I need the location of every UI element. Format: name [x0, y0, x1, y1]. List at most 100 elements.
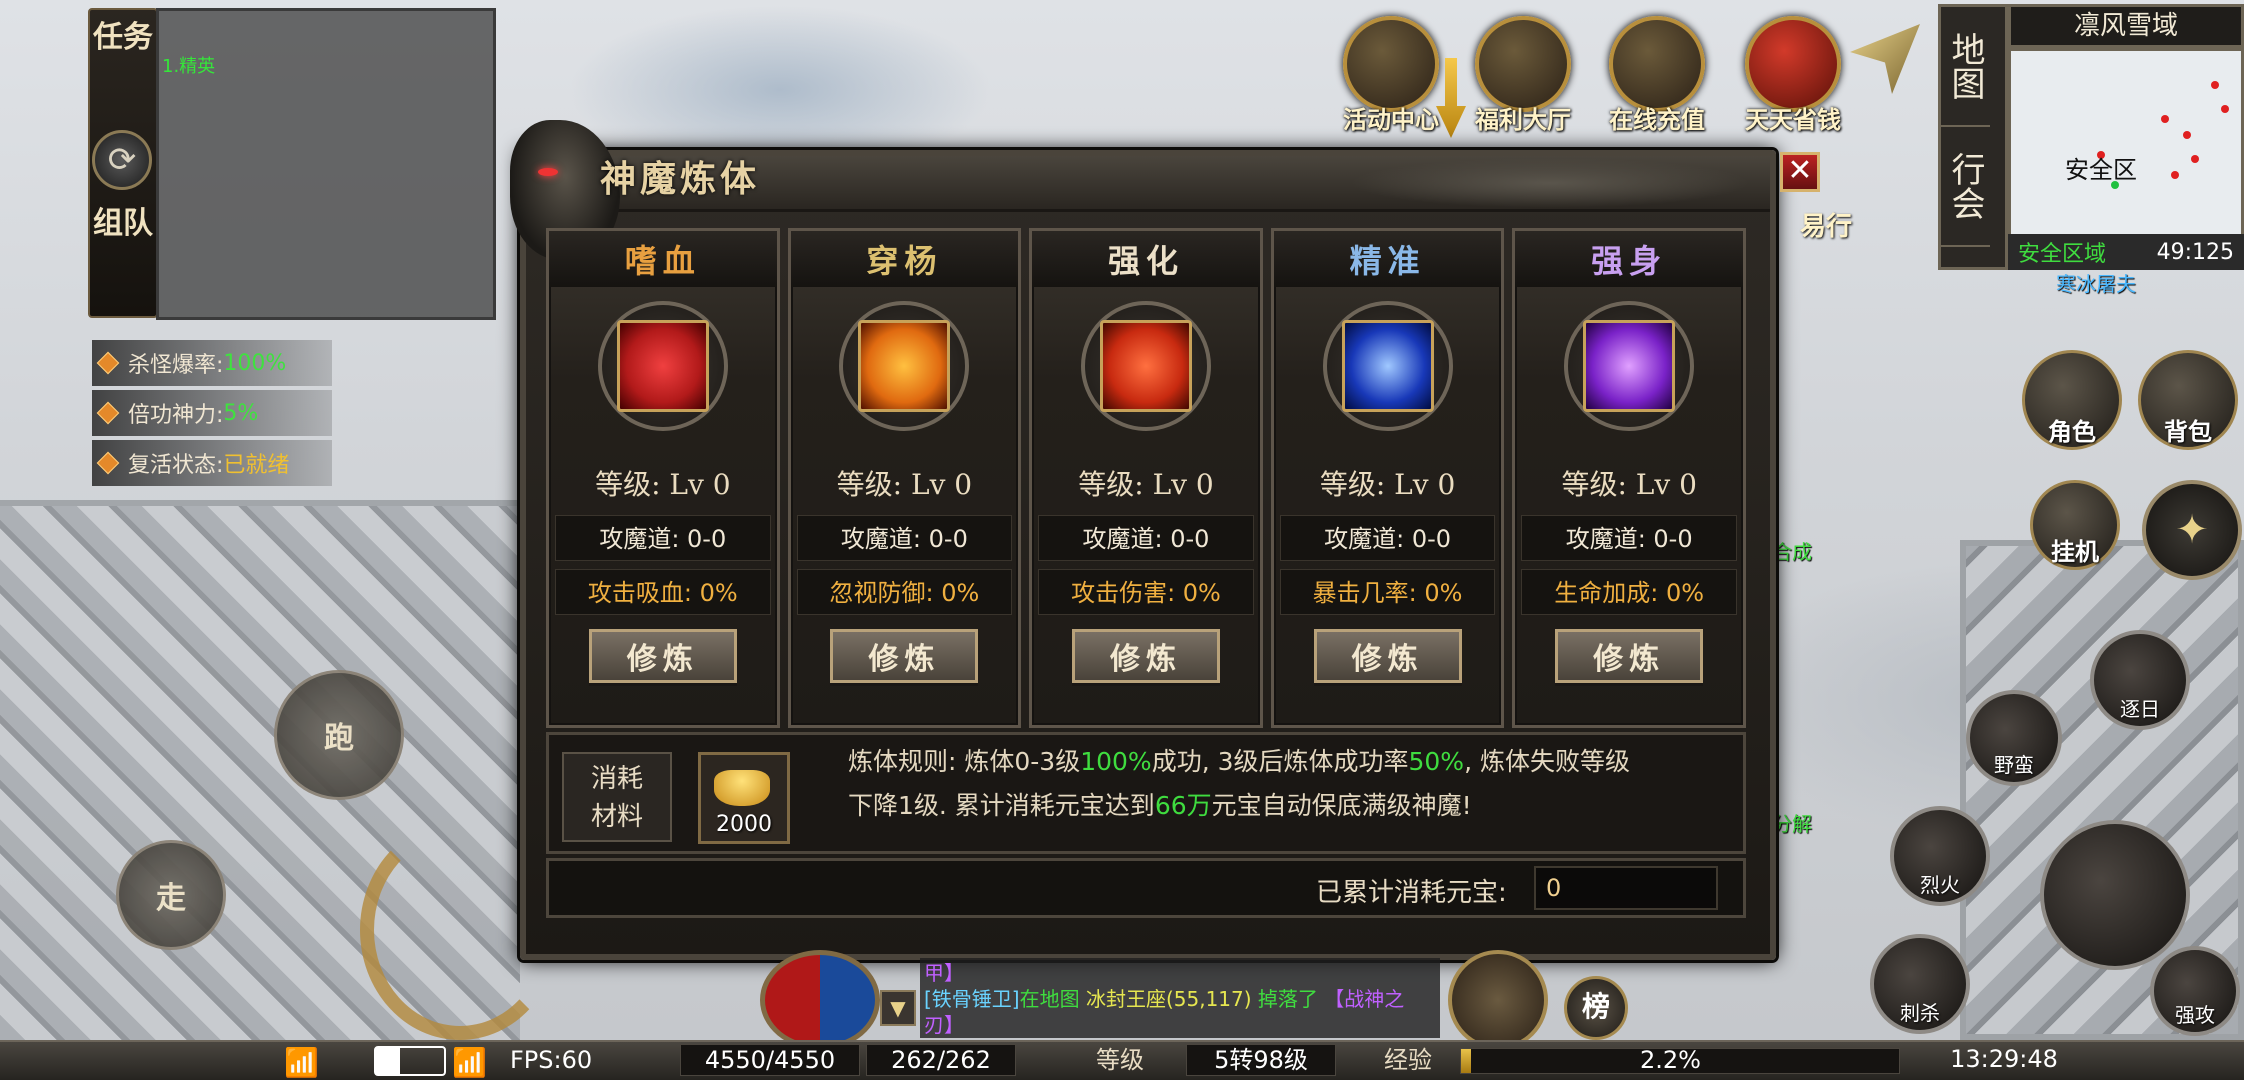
- hp-mp-orb: [760, 950, 880, 1050]
- enemy-dot: [2211, 81, 2219, 89]
- exp-fill: [1461, 1049, 1471, 1073]
- battery-icon: [374, 1046, 446, 1076]
- skill-qianggong[interactable]: 强攻: [2150, 946, 2240, 1036]
- train-button[interactable]: 修炼: [588, 629, 737, 683]
- skill-liehuo[interactable]: 烈火: [1890, 806, 1990, 906]
- wifi-icon: 📶: [284, 1046, 319, 1079]
- chat-toggle-icon[interactable]: ▼: [880, 990, 916, 1026]
- welfare-hall-button[interactable]: 福利大厅: [1468, 16, 1578, 135]
- total-value: 0: [1534, 866, 1718, 910]
- hp-value: 4550/4550: [680, 1044, 860, 1076]
- quest-entry[interactable]: 1.精英: [162, 52, 215, 78]
- diamond-icon: [96, 401, 120, 425]
- cost-label: 消耗 材料: [562, 752, 672, 842]
- recharge-button[interactable]: 在线充值: [1602, 16, 1712, 135]
- skill-zhuri[interactable]: 逐日: [2090, 630, 2190, 730]
- flame-blade-icon: [1099, 320, 1192, 412]
- chat-line: [铁骨锤卫]在地图 冰封王座(55,117) 掉落了 【战神之: [924, 987, 1405, 1011]
- level-value: 5转98级: [1186, 1044, 1336, 1076]
- auto-battle-button[interactable]: 挂机: [2030, 480, 2120, 570]
- npc-name[interactable]: 寒冰屠夫: [2056, 268, 2136, 297]
- attack-stat: 攻魔道: 0-0: [1521, 515, 1737, 561]
- column-name: 嗜血: [549, 231, 777, 287]
- dragon-ornament: [1350, 158, 1750, 208]
- total-label: 已累计消耗元宝:: [1316, 878, 1507, 908]
- trade-label[interactable]: 易行: [1800, 206, 1852, 243]
- enemy-dot: [2171, 171, 2179, 179]
- refine-rules: 炼体规则: 炼体0-3级100%成功, 3级后炼体成功率50%, 炼体失败等级 …: [848, 747, 1630, 820]
- daily-save-button[interactable]: 天天省钱: [1738, 16, 1848, 135]
- shop-button[interactable]: [1448, 950, 1548, 1050]
- tab-map[interactable]: 地图: [1941, 7, 1990, 127]
- gold-ingot-icon: [1609, 16, 1705, 112]
- tab-team[interactable]: 组队: [90, 206, 156, 242]
- skill-cisha[interactable]: 刺杀: [1870, 934, 1970, 1034]
- attack-stat: 攻魔道: 0-0: [1279, 515, 1496, 561]
- chat-line: 刃】: [924, 1013, 964, 1037]
- train-button[interactable]: 修炼: [1313, 629, 1462, 683]
- column-name: 强身: [1515, 231, 1743, 287]
- enemy-dot: [2191, 155, 2199, 163]
- skill-icon-frame: [1564, 301, 1695, 431]
- activity-icon: [1343, 16, 1439, 112]
- close-button[interactable]: ✕: [1780, 152, 1820, 192]
- enemy-dot: [2183, 131, 2191, 139]
- exp-percent: 2.2%: [1640, 1046, 1701, 1074]
- attr-stat: 暴击几率: 0%: [1279, 569, 1496, 615]
- ranking-button[interactable]: 榜: [1564, 976, 1628, 1040]
- diamond-icon: [96, 351, 120, 375]
- tab-guild[interactable]: 行会: [1941, 127, 1990, 247]
- column-name: 穿杨: [790, 231, 1019, 287]
- skill-yeman[interactable]: 野蛮: [1966, 690, 2062, 786]
- tab-quest[interactable]: 任务: [90, 20, 156, 56]
- map-title: 凛风雪域: [2008, 4, 2244, 48]
- fps-counter: FPS:60: [510, 1046, 593, 1074]
- compose-label[interactable]: 合成: [1772, 536, 1812, 565]
- skill-icon-frame: [1080, 301, 1211, 431]
- stat-revive: 复活状态: 已就绪: [92, 440, 332, 486]
- chat-box[interactable]: 甲】 [铁骨锤卫]在地图 冰封王座(55,117) 掉落了 【战神之 刃】: [920, 958, 1440, 1038]
- dragon-eye: [538, 168, 558, 176]
- enemy-dot: [2161, 115, 2169, 123]
- train-button[interactable]: 修炼: [1071, 629, 1220, 683]
- column-bloodthirst: 嗜血 等级: Lv 0 攻魔道: 0-0 攻击吸血: 0% 修炼: [546, 228, 780, 728]
- bag-button[interactable]: 背包: [2138, 350, 2238, 450]
- coordinates: 49:125: [2156, 239, 2234, 265]
- buff-stats: 杀怪爆率: 100% 倍功神力: 5% 复活状态: 已就绪: [92, 340, 332, 490]
- run-button[interactable]: 跑: [274, 670, 404, 800]
- skill-icon-frame: [597, 301, 728, 431]
- diamond-icon: [96, 451, 120, 475]
- stat-power: 倍功神力: 5%: [92, 390, 332, 436]
- purple-strike-icon: [1583, 320, 1676, 412]
- blue-sword-icon: [1341, 320, 1434, 412]
- exp-label: 经验: [1384, 1046, 1432, 1074]
- map-status-bar: 安全区域 49:125: [2008, 234, 2244, 270]
- column-body: 强身 等级: Lv 0 攻魔道: 0-0 生命加成: 0% 修炼: [1512, 228, 1746, 728]
- activity-center-button[interactable]: 活动中心: [1336, 16, 1446, 135]
- blood-claw-icon: [616, 320, 709, 412]
- level-text: 等级: Lv 0: [595, 468, 731, 501]
- level-text: 等级: Lv 0: [836, 468, 973, 501]
- main-attack-button[interactable]: [2040, 820, 2190, 970]
- refresh-icon[interactable]: ⟳: [92, 130, 152, 190]
- attr-stat: 攻击伤害: 0%: [1038, 569, 1254, 615]
- clock: 13:29:48: [1950, 1045, 2058, 1073]
- level-label: 等级: [1096, 1046, 1144, 1074]
- walk-button[interactable]: 走: [116, 840, 226, 950]
- skill-icon-frame: [1322, 301, 1453, 431]
- compass-icon[interactable]: ✦: [2142, 480, 2242, 580]
- safe-zone-marker: 安全区: [2065, 156, 2137, 184]
- attack-stat: 攻魔道: 0-0: [796, 515, 1013, 561]
- train-button[interactable]: 修炼: [830, 629, 979, 683]
- map-tab-strip: 地图 行会: [1938, 4, 2008, 270]
- column-name: 精准: [1273, 231, 1502, 287]
- cost-amount: 2000: [716, 812, 772, 837]
- gift-box-icon: [1475, 16, 1571, 112]
- decompose-label[interactable]: 分解: [1772, 808, 1812, 837]
- enemy-dot: [2221, 105, 2229, 113]
- attr-stat: 攻击吸血: 0%: [555, 569, 771, 615]
- character-button[interactable]: 角色: [2022, 350, 2122, 450]
- stat-drop-rate: 杀怪爆率: 100%: [92, 340, 332, 386]
- skill-icon-frame: [839, 301, 970, 431]
- train-button[interactable]: 修炼: [1555, 629, 1704, 683]
